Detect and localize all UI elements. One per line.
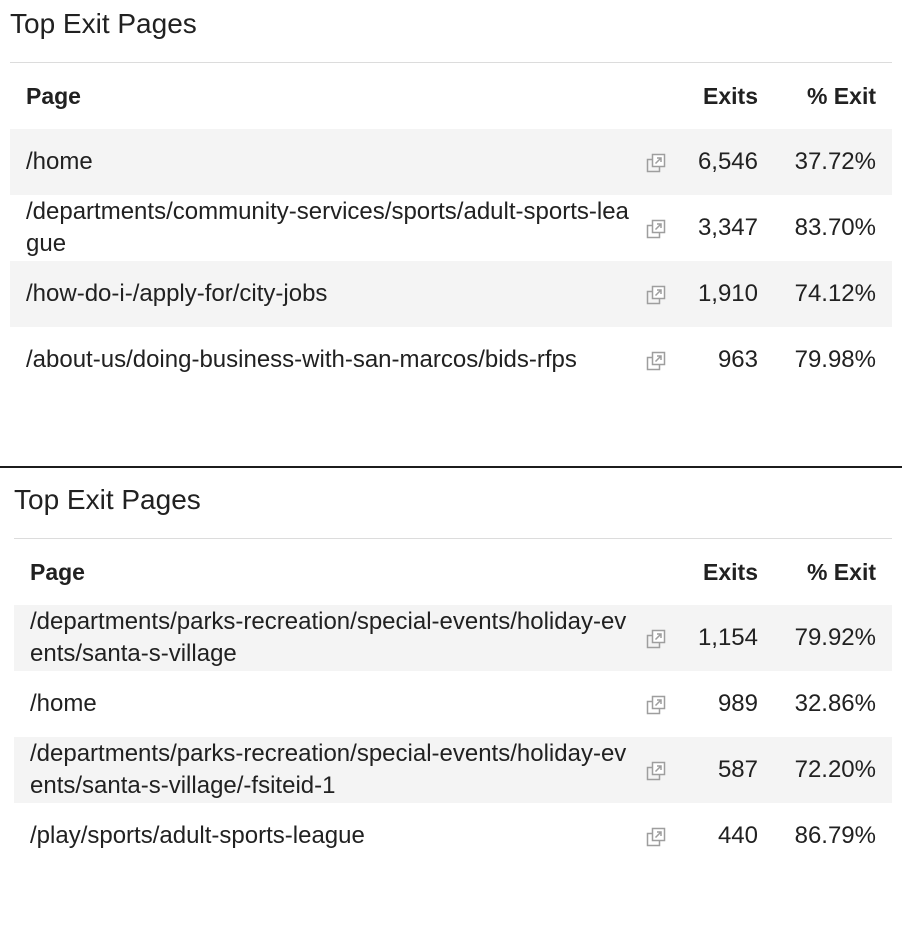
exit-pages-table: Page Exits % Exit /departments/parks-rec… xyxy=(14,539,892,869)
column-header-spacer xyxy=(636,63,676,129)
table-row: /home 6,546 37.72% xyxy=(10,129,892,195)
page-path[interactable]: /about-us/doing-business-with-san-marcos… xyxy=(10,327,636,393)
exit-pages-table: Page Exits % Exit /home 6,546 37.72% /de… xyxy=(10,63,892,393)
screenshot-divider xyxy=(0,466,902,468)
page-path[interactable]: /home xyxy=(10,129,636,195)
table-row: /play/sports/adult-sports-league 440 86.… xyxy=(14,803,892,869)
table-row: /departments/community-services/sports/a… xyxy=(10,195,892,261)
column-header-exits[interactable]: Exits xyxy=(676,539,774,605)
exits-value: 1,154 xyxy=(697,624,758,651)
page-path[interactable]: /departments/parks-recreation/special-ev… xyxy=(14,605,636,671)
open-in-new-icon[interactable] xyxy=(636,261,676,327)
pct-exit-value: 86.79% xyxy=(794,822,876,849)
pct-exit-value: 79.92% xyxy=(794,624,876,651)
table-row: /how-do-i-/apply-for/city-jobs 1,910 74.… xyxy=(10,261,892,327)
page-path[interactable]: /home xyxy=(14,671,636,737)
panel-title: Top Exit Pages xyxy=(10,8,197,39)
table-row: /home 989 32.86% xyxy=(14,671,892,737)
table-header-row: Page Exits % Exit xyxy=(14,539,892,605)
exits-value: 587 xyxy=(717,756,758,783)
pct-exit-value: 32.86% xyxy=(794,690,876,717)
column-header-page[interactable]: Page xyxy=(14,539,636,605)
open-in-new-icon[interactable] xyxy=(636,195,676,261)
pct-exit-value: 37.72% xyxy=(794,148,876,175)
table-row: /departments/parks-recreation/special-ev… xyxy=(14,605,892,671)
page-path[interactable]: /play/sports/adult-sports-league xyxy=(14,803,636,869)
panel-title: Top Exit Pages xyxy=(14,484,201,515)
pct-exit-value: 74.12% xyxy=(794,280,876,307)
pct-exit-value: 72.20% xyxy=(794,756,876,783)
open-in-new-icon[interactable] xyxy=(636,671,676,737)
top-exit-pages-panel-2: Top Exit Pages Page Exits % Exit /depart… xyxy=(14,476,892,947)
table-header-row: Page Exits % Exit xyxy=(10,63,892,129)
pct-exit-value: 79.98% xyxy=(794,346,876,373)
open-in-new-icon[interactable] xyxy=(636,605,676,671)
table-row: /about-us/doing-business-with-san-marcos… xyxy=(10,327,892,393)
page-path[interactable]: /departments/parks-recreation/special-ev… xyxy=(14,737,636,803)
exits-value: 1,910 xyxy=(697,280,758,307)
exits-value: 3,347 xyxy=(697,214,758,241)
exits-value: 440 xyxy=(717,822,758,849)
open-in-new-icon[interactable] xyxy=(636,737,676,803)
open-in-new-icon[interactable] xyxy=(636,803,676,869)
page-path[interactable]: /how-do-i-/apply-for/city-jobs xyxy=(10,261,636,327)
column-header-pct-exit[interactable]: % Exit xyxy=(774,539,892,605)
page-path[interactable]: /departments/community-services/sports/a… xyxy=(10,195,636,261)
open-in-new-icon[interactable] xyxy=(636,327,676,393)
exits-value: 6,546 xyxy=(697,148,758,175)
column-header-pct-exit[interactable]: % Exit xyxy=(774,63,892,129)
column-header-spacer xyxy=(636,539,676,605)
exits-value: 963 xyxy=(717,346,758,373)
column-header-page[interactable]: Page xyxy=(10,63,636,129)
column-header-exits[interactable]: Exits xyxy=(676,63,774,129)
exits-value: 989 xyxy=(717,690,758,717)
pct-exit-value: 83.70% xyxy=(794,214,876,241)
table-row: /departments/parks-recreation/special-ev… xyxy=(14,737,892,803)
top-exit-pages-panel-1: Top Exit Pages Page Exits % Exit /home 6… xyxy=(10,0,892,466)
open-in-new-icon[interactable] xyxy=(636,129,676,195)
